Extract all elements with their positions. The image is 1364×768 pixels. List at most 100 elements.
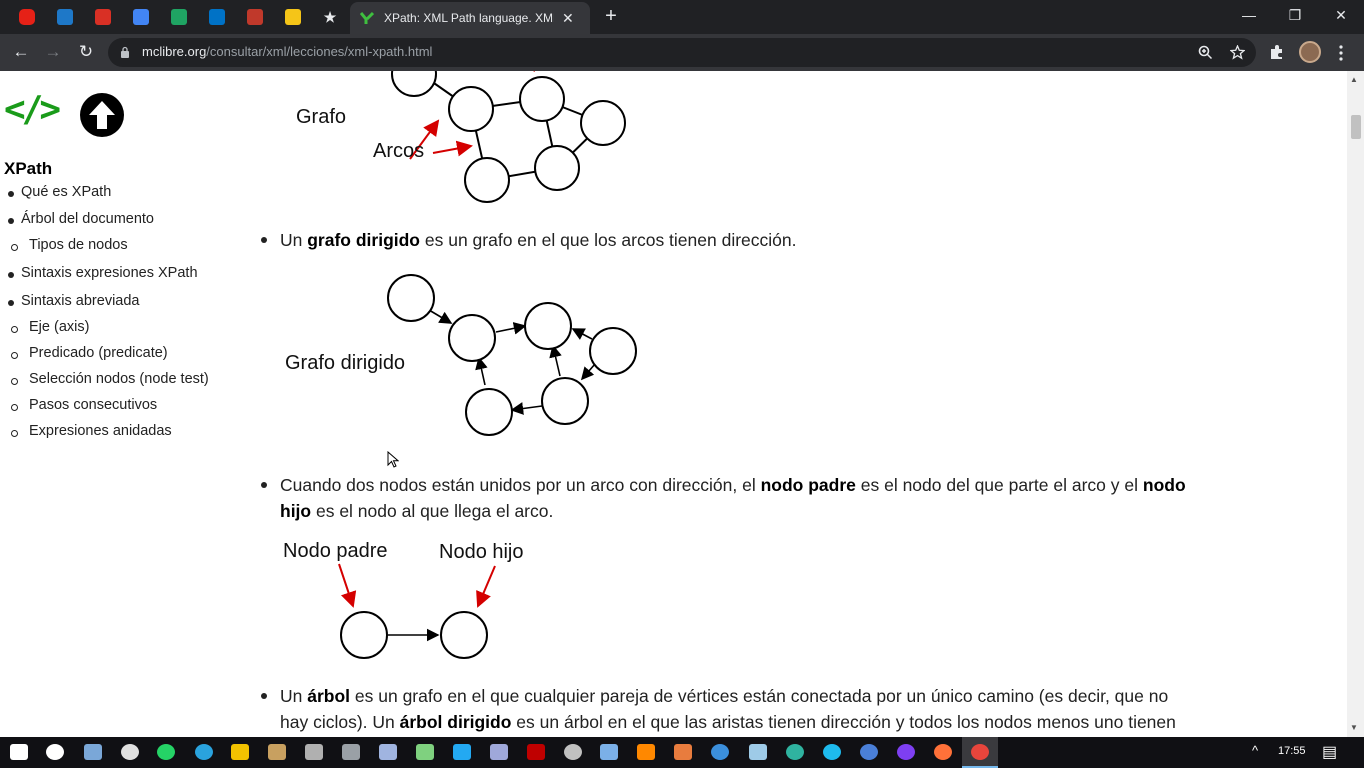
app-orange-icon[interactable] xyxy=(674,744,692,760)
chrome-blue-icon[interactable] xyxy=(860,744,878,760)
pinned-tab[interactable] xyxy=(161,5,197,29)
parent-child-diagram: Nodo padre Nodo hijo xyxy=(255,536,575,666)
restore-button[interactable]: ❐ xyxy=(1272,4,1318,28)
menu-kebab-icon[interactable] xyxy=(1338,45,1344,61)
filezilla-icon[interactable] xyxy=(527,744,545,760)
site-logo[interactable]: </> xyxy=(4,89,61,130)
bullet xyxy=(261,237,267,243)
main-content: Grafo Arcos Un grafo dirigido es un graf… xyxy=(255,71,1335,737)
xpath-favicon-icon xyxy=(360,11,374,24)
pinned-tab[interactable] xyxy=(275,5,311,29)
pinned-tab[interactable] xyxy=(9,5,45,29)
screen-icon[interactable] xyxy=(749,744,767,760)
arrow-up-icon[interactable] xyxy=(79,92,125,138)
sidebar-bullet xyxy=(11,378,18,385)
pinned-tab[interactable] xyxy=(237,5,273,29)
app-bar-icon[interactable] xyxy=(490,744,508,760)
notepad-icon[interactable] xyxy=(416,744,434,760)
back-button[interactable]: ← xyxy=(8,40,34,66)
file-explorer-icon[interactable] xyxy=(231,744,249,760)
extensions-puzzle-icon[interactable] xyxy=(1269,44,1285,60)
app-purple-icon[interactable] xyxy=(897,744,915,760)
clock[interactable]: 17:55 xyxy=(1278,745,1306,757)
document-icon[interactable] xyxy=(379,744,397,760)
chrome-icon[interactable] xyxy=(971,744,989,760)
sidebar-link[interactable]: Tipos de nodos xyxy=(29,237,128,253)
keep-icon xyxy=(285,9,301,25)
profile-avatar[interactable] xyxy=(1299,41,1321,63)
scroll-down-arrow-icon[interactable]: ▼ xyxy=(1350,723,1358,732)
vlc-icon[interactable] xyxy=(637,744,655,760)
sidebar-link[interactable]: Sintaxis expresiones XPath xyxy=(21,265,198,281)
pinned-tab[interactable] xyxy=(85,5,121,29)
sidebar-bullet xyxy=(8,272,14,278)
tray-chevron-icon[interactable]: ^ xyxy=(1252,743,1258,758)
directed-graph-definition: Un grafo dirigido es un grafo en el que … xyxy=(280,230,797,250)
notifications-icon[interactable]: ▤ xyxy=(1322,742,1337,762)
sidebar-bullet xyxy=(11,430,18,437)
pinned-tab[interactable] xyxy=(47,5,83,29)
mouse-cursor-icon xyxy=(387,451,399,468)
pinned-tab[interactable] xyxy=(123,5,159,29)
firefox-icon[interactable] xyxy=(934,744,952,760)
tab-close-icon[interactable]: ✕ xyxy=(562,10,574,27)
whatsapp-icon[interactable] xyxy=(157,744,175,760)
arcs-label: Arcos xyxy=(373,140,425,162)
forward-button[interactable]: → xyxy=(40,40,66,66)
pinned-tab[interactable]: ★ xyxy=(312,5,348,29)
sidebar-bullet xyxy=(8,300,14,306)
app-gray-icon[interactable] xyxy=(342,744,360,760)
sidebar-link[interactable]: Selección nodos (node test) xyxy=(29,371,209,387)
sidebar-bullet xyxy=(8,218,14,224)
gmail-icon xyxy=(95,9,111,25)
windows-start-icon[interactable] xyxy=(10,744,28,760)
reload-button[interactable]: ↻ xyxy=(73,40,99,66)
sidebar-link[interactable]: Eje (axis) xyxy=(29,319,89,335)
parent-child-definition: Cuando dos nodos están unidos por un arc… xyxy=(280,475,1186,521)
sidebar-link[interactable]: Expresiones anidadas xyxy=(29,423,172,439)
bullet xyxy=(261,693,267,699)
sidebar-link[interactable]: Predicado (predicate) xyxy=(29,345,168,361)
scrollbar-thumb[interactable] xyxy=(1351,115,1361,139)
telegram-icon[interactable] xyxy=(195,744,213,760)
sidebar-bullet xyxy=(11,326,18,333)
task-view-icon[interactable] xyxy=(46,744,64,760)
bookmark-star-icon[interactable] xyxy=(1230,45,1245,60)
close-window-button[interactable]: ✕ xyxy=(1318,4,1364,28)
vscode-icon[interactable] xyxy=(453,744,471,760)
star-bookmark-icon: ★ xyxy=(323,8,337,25)
sidebar-link[interactable]: Qué es XPath xyxy=(21,184,111,200)
terminal-icon[interactable] xyxy=(305,744,323,760)
sidebar-bullet xyxy=(11,404,18,411)
pinned-tab[interactable] xyxy=(199,5,235,29)
scroll-up-arrow-icon[interactable]: ▲ xyxy=(1350,75,1358,84)
directed-graph-diagram: Grafo dirigido xyxy=(255,266,655,446)
page-scrollbar[interactable]: ▲ ▼ xyxy=(1347,71,1364,737)
lock-icon xyxy=(121,46,129,58)
child-node-label: Nodo hijo xyxy=(439,541,524,563)
app-gear-icon[interactable] xyxy=(564,744,582,760)
tree-definition: Un árbol es un grafo en el que cualquier… xyxy=(280,686,1176,732)
minimize-button[interactable]: — xyxy=(1226,4,1272,28)
edge-icon[interactable] xyxy=(786,744,804,760)
virtualbox-icon[interactable] xyxy=(600,744,618,760)
new-tab-button[interactable]: + xyxy=(600,6,622,28)
app-stack-icon[interactable] xyxy=(268,744,286,760)
sidebar-link[interactable]: Pasos consecutivos xyxy=(29,397,157,413)
app-dark-icon[interactable] xyxy=(121,744,139,760)
directed-graph-label: Grafo dirigido xyxy=(285,352,406,374)
active-tab-title: XPath: XML Path language. XML. xyxy=(384,11,554,25)
ie-icon[interactable] xyxy=(823,744,841,760)
sidebar-title: XPath xyxy=(4,159,53,178)
sidebar-link[interactable]: Sintaxis abreviada xyxy=(21,293,140,309)
sidebar-link[interactable]: Árbol del documento xyxy=(21,211,154,227)
active-tab[interactable]: XPath: XML Path language. XML. ✕ xyxy=(350,2,590,34)
drive-icon xyxy=(171,9,187,25)
address-bar[interactable]: mclibre.org/consultar/xml/lecciones/xml-… xyxy=(108,38,1256,67)
media-player-icon[interactable] xyxy=(711,744,729,760)
keyboard-icon[interactable] xyxy=(84,744,102,760)
browser-toolbar: ← → ↻ mclibre.org/consultar/xml/leccione… xyxy=(0,34,1364,71)
tab-strip: ★ XPath: XML Path language. XML. ✕ + — ❐… xyxy=(0,0,1364,34)
calendar-icon xyxy=(133,9,149,25)
zoom-icon[interactable] xyxy=(1198,45,1213,60)
